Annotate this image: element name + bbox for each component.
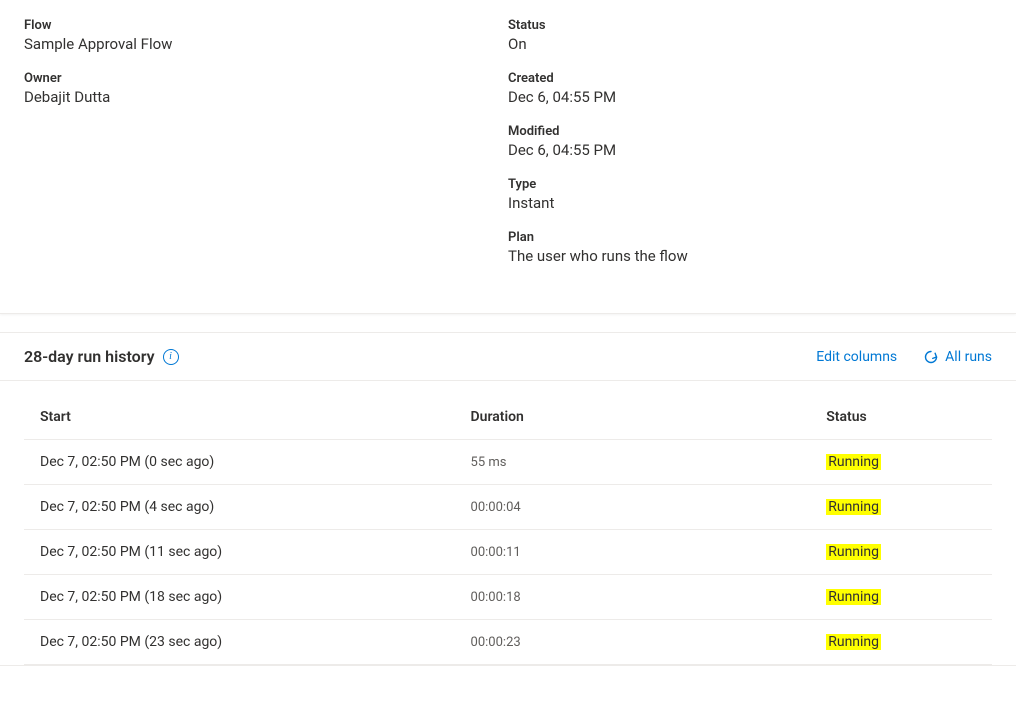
detail-group-modified: Modified Dec 6, 04:55 PM xyxy=(508,124,992,159)
run-duration: 55 ms xyxy=(471,455,827,470)
detail-group-created: Created Dec 6, 04:55 PM xyxy=(508,71,992,106)
table-row[interactable]: Dec 7, 02:50 PM (11 sec ago) 00:00:11 Ru… xyxy=(24,530,992,575)
run-start: Dec 7, 02:50 PM (4 sec ago) xyxy=(40,499,471,515)
created-value: Dec 6, 04:55 PM xyxy=(508,88,992,106)
run-history-header: 28-day run history i Edit columns All ru… xyxy=(0,333,1016,381)
details-left-column: Flow Sample Approval Flow Owner Debajit … xyxy=(24,18,508,283)
flow-name: Sample Approval Flow xyxy=(24,35,488,53)
details-right-column: Status On Created Dec 6, 04:55 PM Modifi… xyxy=(508,18,992,283)
detail-label: Modified xyxy=(508,124,992,139)
run-status: Running xyxy=(826,544,976,560)
run-status: Running xyxy=(826,499,976,515)
run-history-table: Start Duration Status Dec 7, 02:50 PM (0… xyxy=(0,381,1016,665)
table-row[interactable]: Dec 7, 02:50 PM (23 sec ago) 00:00:23 Ru… xyxy=(24,620,992,665)
run-start: Dec 7, 02:50 PM (18 sec ago) xyxy=(40,589,471,605)
column-header-duration[interactable]: Duration xyxy=(471,409,827,425)
run-duration: 00:00:23 xyxy=(471,635,827,650)
status-badge: Running xyxy=(826,454,881,470)
info-icon[interactable]: i xyxy=(163,349,179,365)
detail-group-type: Type Instant xyxy=(508,177,992,212)
run-start: Dec 7, 02:50 PM (23 sec ago) xyxy=(40,634,471,650)
detail-label: Flow xyxy=(24,18,488,33)
modified-value: Dec 6, 04:55 PM xyxy=(508,141,992,159)
run-history-actions: Edit columns All runs xyxy=(816,349,992,365)
detail-label: Type xyxy=(508,177,992,192)
all-runs-link[interactable]: All runs xyxy=(923,349,992,365)
table-header-row: Start Duration Status xyxy=(24,381,992,440)
type-value: Instant xyxy=(508,194,992,212)
refresh-icon xyxy=(923,349,939,365)
run-history-title: 28-day run history xyxy=(24,347,155,366)
detail-label: Created xyxy=(508,71,992,86)
table-row[interactable]: Dec 7, 02:50 PM (4 sec ago) 00:00:04 Run… xyxy=(24,485,992,530)
detail-label: Owner xyxy=(24,71,488,86)
run-status: Running xyxy=(826,589,976,605)
column-header-start[interactable]: Start xyxy=(40,409,471,425)
table-row[interactable]: Dec 7, 02:50 PM (18 sec ago) 00:00:18 Ru… xyxy=(24,575,992,620)
flow-details-card: Flow Sample Approval Flow Owner Debajit … xyxy=(0,0,1016,314)
column-header-status[interactable]: Status xyxy=(826,409,976,425)
status-value: On xyxy=(508,35,992,53)
run-history-section: 28-day run history i Edit columns All ru… xyxy=(0,332,1016,666)
run-duration: 00:00:18 xyxy=(471,590,827,605)
run-duration: 00:00:11 xyxy=(471,545,827,560)
status-badge: Running xyxy=(826,634,881,650)
status-badge: Running xyxy=(826,589,881,605)
status-badge: Running xyxy=(826,499,881,515)
plan-value: The user who runs the flow xyxy=(508,247,992,265)
owner-name: Debajit Dutta xyxy=(24,88,488,106)
status-badge: Running xyxy=(826,544,881,560)
detail-group-plan: Plan The user who runs the flow xyxy=(508,230,992,265)
detail-group-flow: Flow Sample Approval Flow xyxy=(24,18,488,53)
detail-group-owner: Owner Debajit Dutta xyxy=(24,71,488,106)
run-start: Dec 7, 02:50 PM (0 sec ago) xyxy=(40,454,471,470)
edit-columns-link[interactable]: Edit columns xyxy=(816,349,897,365)
all-runs-label: All runs xyxy=(945,349,992,365)
detail-label: Status xyxy=(508,18,992,33)
table-row[interactable]: Dec 7, 02:50 PM (0 sec ago) 55 ms Runnin… xyxy=(24,440,992,485)
detail-group-status: Status On xyxy=(508,18,992,53)
detail-label: Plan xyxy=(508,230,992,245)
run-status: Running xyxy=(826,454,976,470)
run-status: Running xyxy=(826,634,976,650)
run-start: Dec 7, 02:50 PM (11 sec ago) xyxy=(40,544,471,560)
run-duration: 00:00:04 xyxy=(471,500,827,515)
